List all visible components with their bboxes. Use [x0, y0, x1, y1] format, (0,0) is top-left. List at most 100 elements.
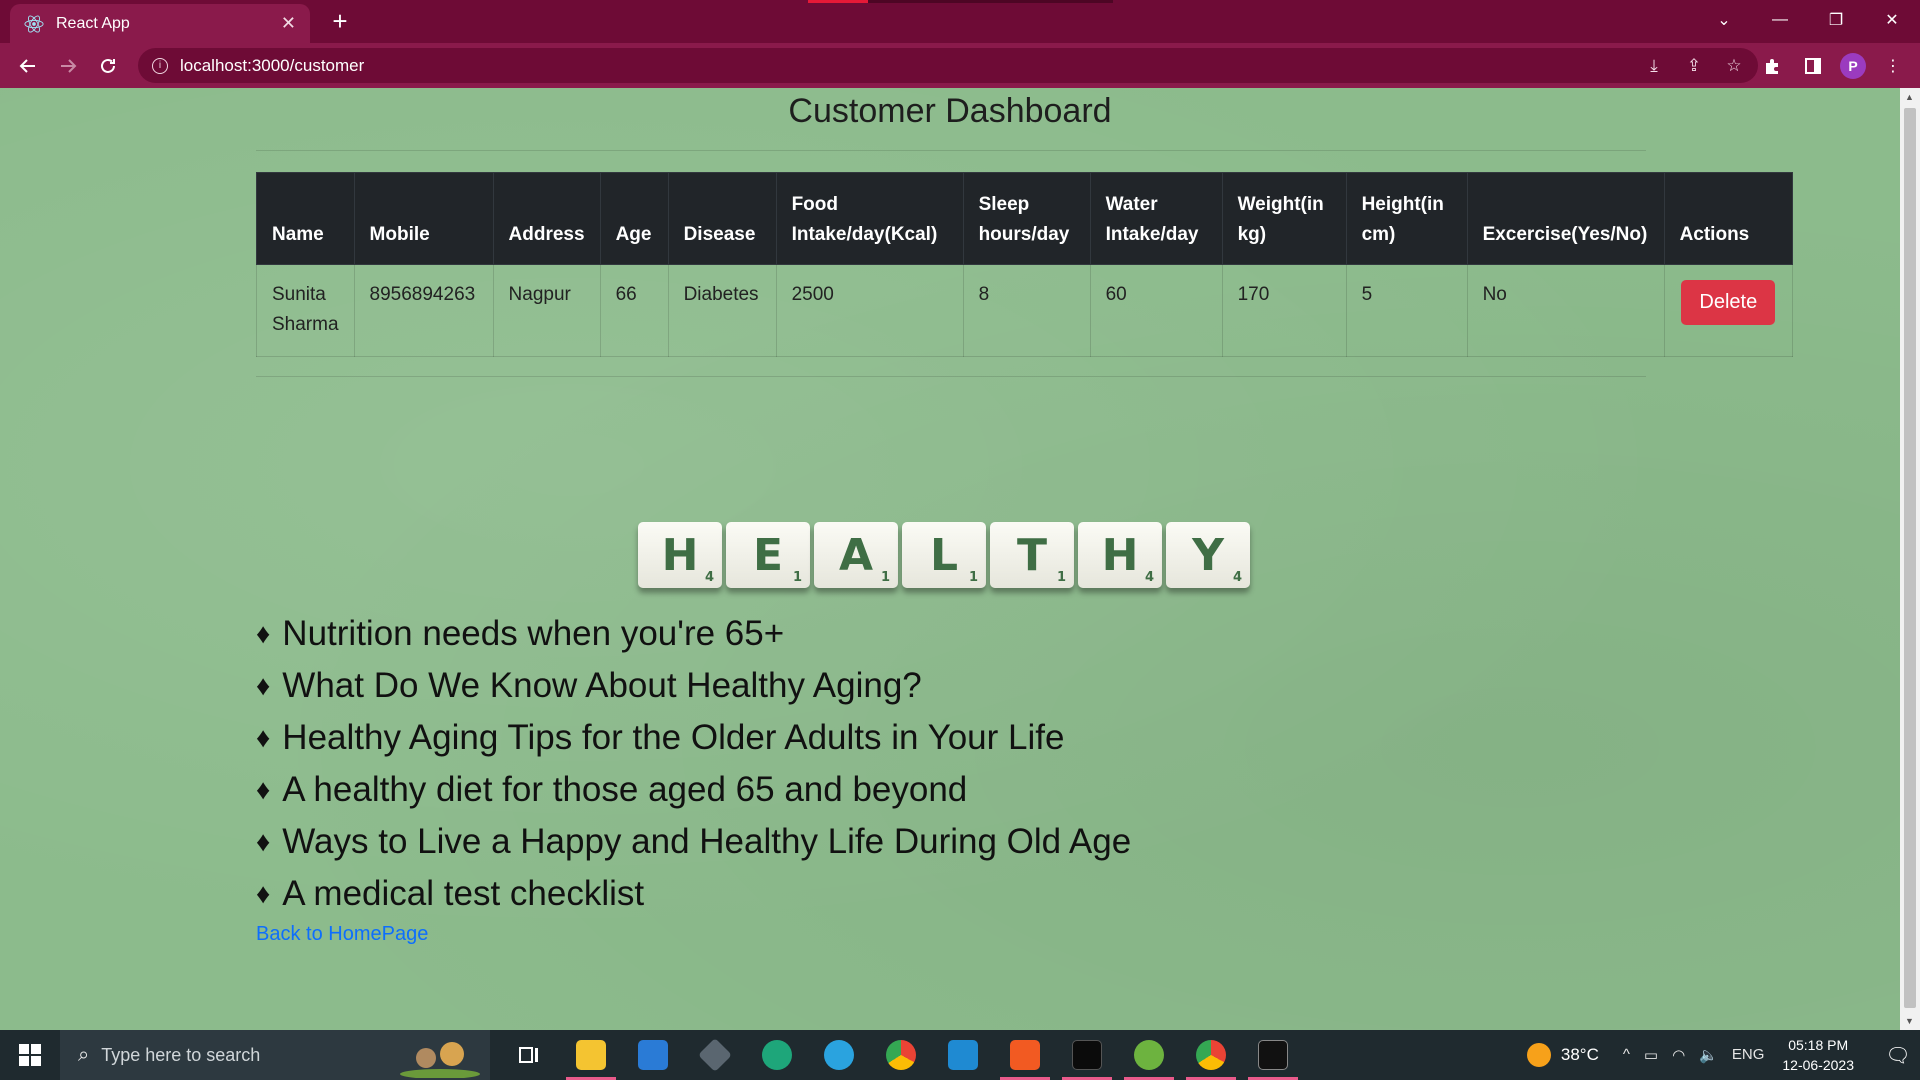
close-window-button[interactable]: ✕: [1864, 0, 1920, 40]
cell-actions: Delete: [1663, 264, 1794, 357]
url-text: localhost:3000/customer: [180, 55, 365, 75]
back-arrow-icon[interactable]: [8, 46, 48, 86]
column-header-weight: Weight(in kg): [1221, 172, 1347, 265]
column-header-sleep-hours: Sleep hours/day: [962, 172, 1091, 265]
column-header-disease: Disease: [667, 172, 777, 265]
cell-mobile: 8956894263: [353, 264, 494, 357]
terminal-icon[interactable]: [1242, 1030, 1304, 1080]
diamond-bullet-icon: ♦: [256, 722, 271, 753]
mysql-icon[interactable]: [1056, 1030, 1118, 1080]
list-item[interactable]: ♦ Healthy Aging Tips for the Older Adults…: [256, 712, 1131, 764]
task-view-icon[interactable]: [498, 1030, 560, 1080]
chrome-icon[interactable]: [870, 1030, 932, 1080]
diamond-bullet-icon: ♦: [256, 774, 271, 805]
search-placeholder: Type here to search: [101, 1044, 261, 1065]
side-panel-icon[interactable]: [1796, 49, 1830, 83]
taskbar-apps: [498, 1030, 1304, 1080]
list-item[interactable]: ♦ What Do We Know About Healthy Aging?: [256, 660, 1131, 712]
clock[interactable]: 05:18 PM 12-06-2023: [1782, 1035, 1854, 1075]
scrollbar-thumb[interactable]: [1904, 108, 1916, 1008]
chevron-up-icon[interactable]: ^: [1623, 1046, 1630, 1064]
volume-icon[interactable]: 🔈: [1699, 1046, 1718, 1064]
language-indicator[interactable]: ENG: [1732, 1046, 1765, 1064]
list-item[interactable]: ♦ Ways to Live a Happy and Healthy Life D…: [256, 816, 1131, 868]
extensions-puzzle-icon[interactable]: [1756, 49, 1790, 83]
reload-icon[interactable]: [88, 46, 128, 86]
divider: [256, 376, 1646, 377]
search-icon: ⌕: [78, 1043, 90, 1066]
tab-search-icon[interactable]: ⌄: [1696, 0, 1752, 40]
wifi-icon[interactable]: ◠: [1672, 1046, 1685, 1064]
column-header-height: Height(in cm): [1345, 172, 1468, 265]
windows-taskbar: ⌕ Type here to search 38°C ^ ▭ ◠ 🔈 ENG 0…: [0, 1030, 1920, 1080]
page-content: Customer Dashboard Name Mobile Address A…: [0, 88, 1900, 1030]
list-item[interactable]: ♦ Nutrition needs when you're 65+: [256, 608, 1131, 660]
scroll-up-icon[interactable]: ▲: [1905, 92, 1914, 102]
scrabble-tile: A1: [814, 522, 898, 588]
browser-tab[interactable]: React App ✕: [10, 4, 310, 43]
close-tab-icon[interactable]: ✕: [281, 13, 296, 34]
cell-food-intake: 2500: [775, 264, 964, 357]
sun-icon: [1526, 1043, 1551, 1067]
cell-name: Sunita Sharma: [256, 264, 355, 357]
column-header-address: Address: [492, 172, 601, 265]
back-to-homepage-link[interactable]: Back to HomePage: [256, 923, 428, 946]
app-cube-icon[interactable]: [684, 1030, 746, 1080]
browser-toolbar: i localhost:3000/customer ⤓ ⇪ ☆ P ⋮: [0, 43, 1920, 88]
share-icon[interactable]: ⇪: [1674, 56, 1714, 76]
page-scrollbar[interactable]: ▲ ▼: [1900, 88, 1920, 1030]
list-item[interactable]: ♦ A medical test checklist: [256, 868, 1131, 920]
taskbar-search-box[interactable]: ⌕ Type here to search: [60, 1030, 490, 1080]
scrabble-tile: H4: [1078, 522, 1162, 588]
table-header-row: Name Mobile Address Age Disease Food Int…: [256, 172, 1794, 265]
vscode-icon[interactable]: [932, 1030, 994, 1080]
diamond-bullet-icon: ♦: [256, 618, 271, 649]
search-highlight-doodle-icon: [400, 1042, 480, 1078]
tray-icons: ^ ▭ ◠ 🔈 ENG: [1623, 1046, 1765, 1064]
weather-widget[interactable]: 38°C: [1526, 1043, 1599, 1067]
site-info-icon[interactable]: i: [152, 57, 168, 74]
restore-button[interactable]: ❐: [1808, 0, 1864, 40]
address-bar[interactable]: i localhost:3000/customer ⤓ ⇪ ☆: [138, 48, 1758, 83]
bookmark-star-icon[interactable]: ☆: [1714, 56, 1754, 76]
profile-avatar[interactable]: P: [1836, 49, 1870, 83]
cell-water-intake: 60: [1089, 264, 1223, 357]
install-app-icon[interactable]: ⤓: [1634, 56, 1674, 76]
minimize-button[interactable]: —: [1752, 0, 1808, 40]
column-header-actions: Actions: [1663, 172, 1794, 265]
scrabble-tile: L1: [902, 522, 986, 588]
new-tab-button[interactable]: +: [325, 6, 355, 36]
diamond-bullet-icon: ♦: [256, 878, 271, 909]
edge-icon[interactable]: [746, 1030, 808, 1080]
customer-table: Name Mobile Address Age Disease Food Int…: [256, 172, 1794, 357]
cell-sleep-hours: 8: [962, 264, 1091, 357]
cell-exercise: No: [1466, 264, 1665, 357]
column-header-exercise: Excercise(Yes/No): [1466, 172, 1665, 265]
mail-icon[interactable]: [622, 1030, 684, 1080]
forward-arrow-icon[interactable]: [48, 46, 88, 86]
spring-icon[interactable]: [1118, 1030, 1180, 1080]
chrome-profile-icon[interactable]: [1180, 1030, 1242, 1080]
notification-icon[interactable]: 🗨: [1876, 1043, 1920, 1068]
tab-title: React App: [56, 14, 130, 32]
telegram-icon[interactable]: [808, 1030, 870, 1080]
column-header-food-intake: Food Intake/day(Kcal): [775, 172, 964, 265]
cell-height: 5: [1345, 264, 1468, 357]
column-header-mobile: Mobile: [353, 172, 494, 265]
react-logo-icon: [24, 14, 44, 34]
system-tray: 38°C ^ ▭ ◠ 🔈 ENG 05:18 PM 12-06-2023 🗨: [1526, 1030, 1920, 1080]
browser-menu-icon[interactable]: ⋮: [1876, 49, 1910, 83]
tabstrip-accent-dark: [868, 0, 1113, 3]
scrabble-tile: T1: [990, 522, 1074, 588]
diamond-bullet-icon: ♦: [256, 670, 271, 701]
column-header-name: Name: [256, 172, 355, 265]
delete-button[interactable]: Delete: [1681, 280, 1776, 325]
file-explorer-icon[interactable]: [560, 1030, 622, 1080]
windows-start-icon[interactable]: [0, 1030, 60, 1080]
scrabble-tile: H4: [638, 522, 722, 588]
battery-icon[interactable]: ▭: [1644, 1046, 1658, 1064]
list-item[interactable]: ♦ A healthy diet for those aged 65 and be…: [256, 764, 1131, 816]
window-controls: ⌄ — ❐ ✕: [1696, 0, 1920, 40]
brave-icon[interactable]: [994, 1030, 1056, 1080]
scroll-down-icon[interactable]: ▼: [1905, 1016, 1914, 1026]
